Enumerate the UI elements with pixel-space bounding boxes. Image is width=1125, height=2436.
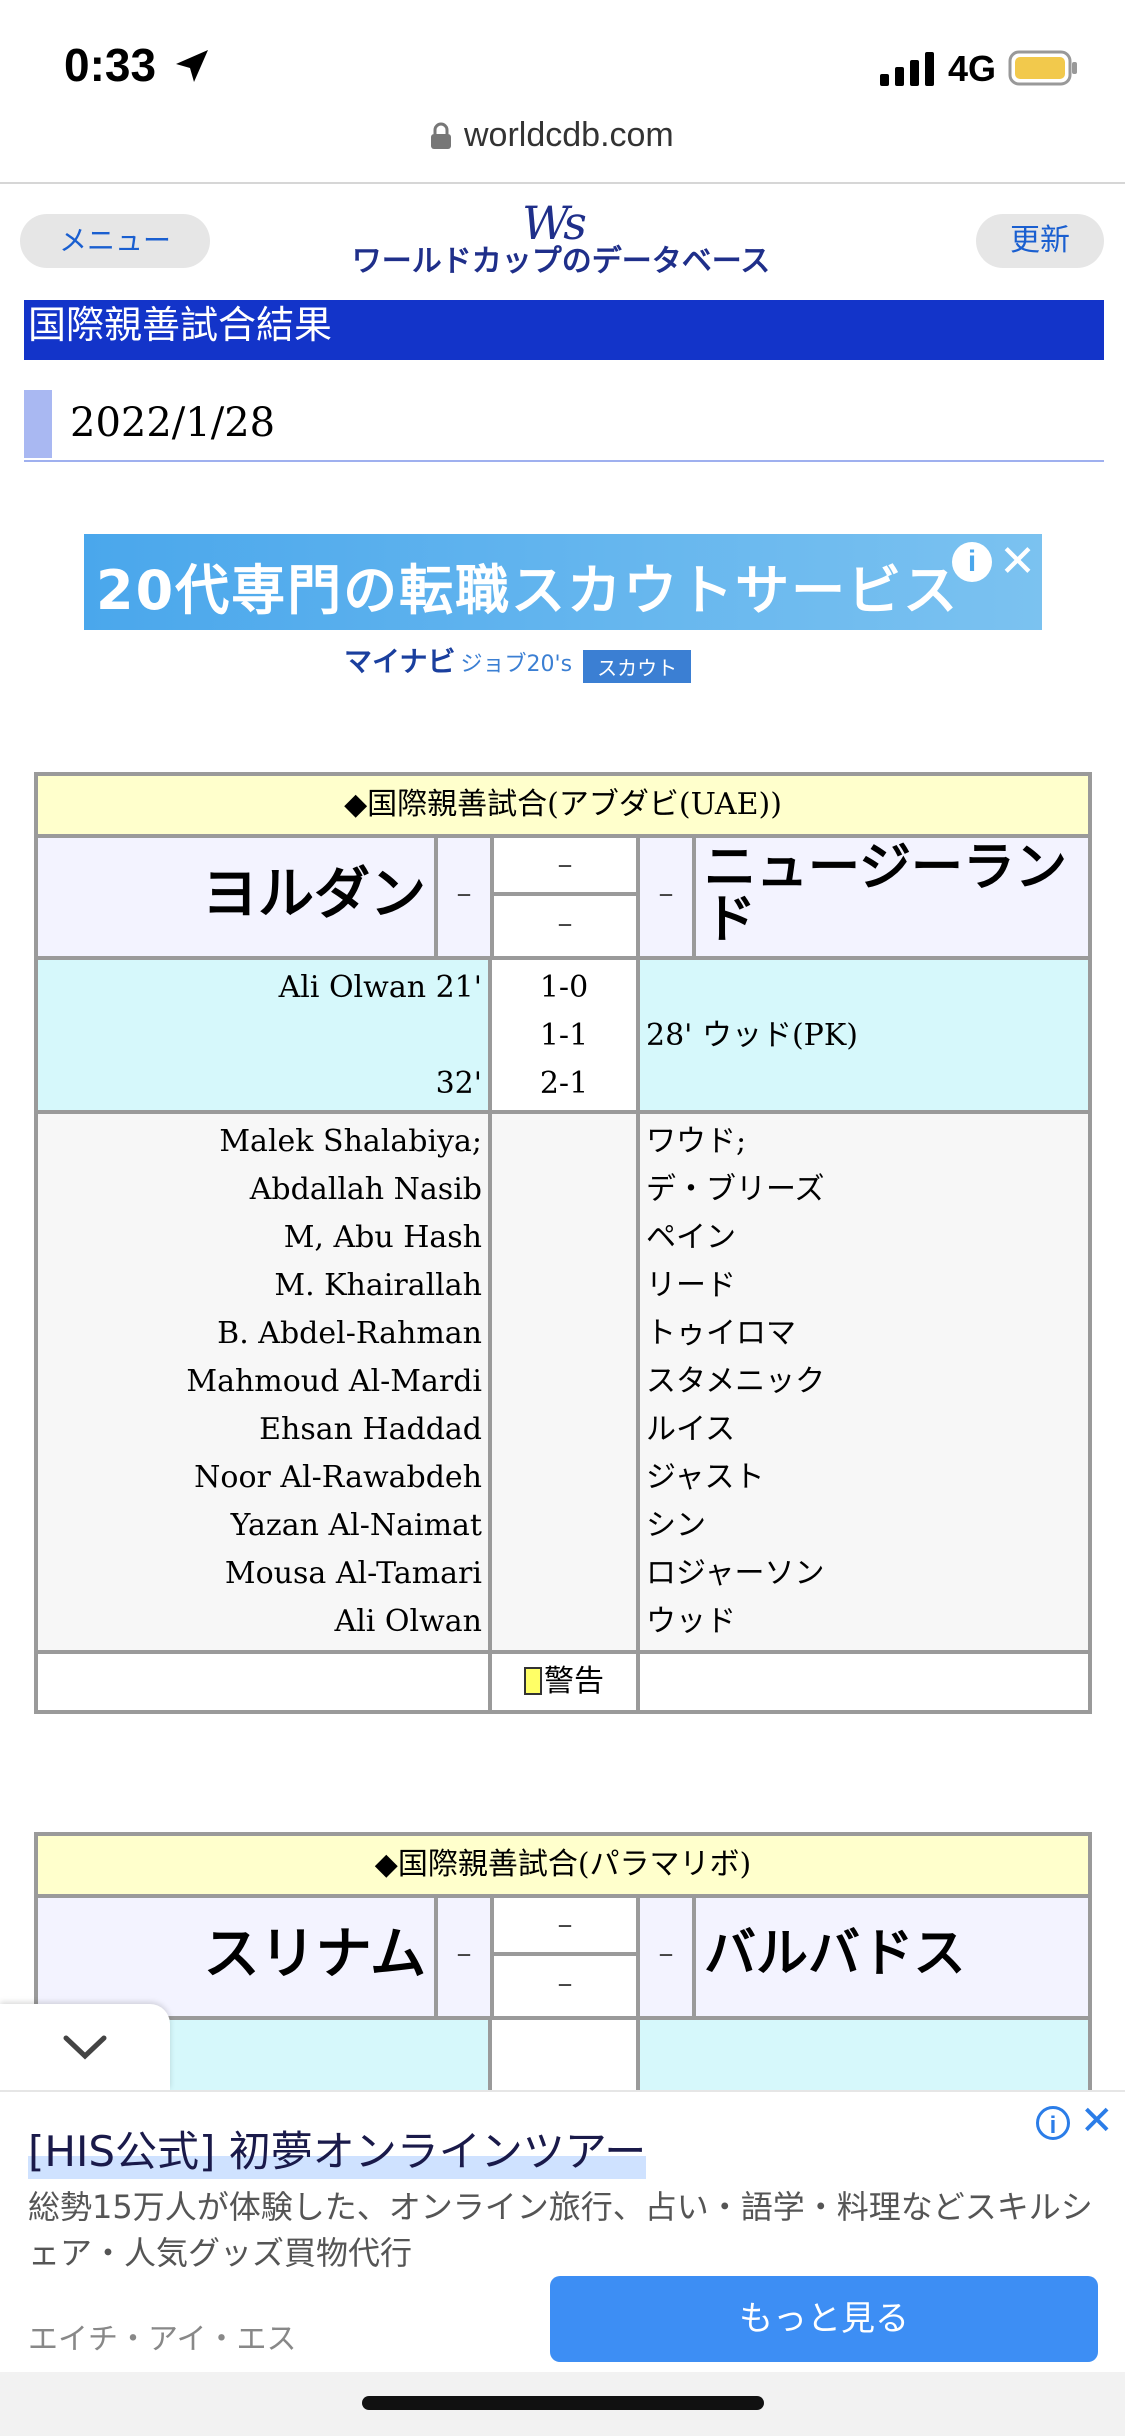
logo-text: ワールドカップのデータベース: [351, 245, 771, 278]
home-team[interactable]: ヨルダン: [38, 838, 434, 956]
away-player: ルイス: [646, 1412, 736, 1447]
home-lineup: Malek Shalabiya; Abdallah Nasib M, Abu H…: [38, 1114, 488, 1650]
goal-away-1: [646, 964, 1088, 1012]
score-bottom: –: [557, 1966, 573, 2001]
ad-description: 総勢15万人が体験した、オンライン旅行、占い・語学・料理などスキルシェア・人気グ…: [28, 2188, 1093, 2272]
chevron-down-icon: [63, 2035, 107, 2060]
home-dash: –: [456, 876, 472, 911]
lock-icon: [431, 122, 451, 149]
away-player: ウッド: [646, 1604, 736, 1639]
page-title: 国際親善試合結果: [24, 300, 1104, 360]
status-time: 0:33: [64, 39, 157, 91]
away-team[interactable]: バルバドス: [696, 1898, 1088, 2016]
date-text: 2022/1/28: [70, 400, 276, 446]
teams-row: スリナム – – – – バルバドス: [38, 1898, 1088, 2020]
away-player: シン: [646, 1508, 706, 1543]
score-box: – –: [494, 1898, 636, 2016]
home-indicator[interactable]: [362, 2396, 764, 2410]
url-text: worldcdb.com: [464, 116, 674, 154]
ad-close-icon[interactable]: ✕: [1080, 2098, 1114, 2144]
location-arrow-icon: [176, 50, 208, 82]
ad-cta-button[interactable]: もっと見る: [550, 2276, 1098, 2362]
ad-advertiser: エイチ・アイ・エス: [28, 2322, 297, 2357]
score-box: – –: [494, 838, 636, 956]
status-bar: 0:33 4G: [0, 0, 1125, 120]
home-player: Ehsan Haddad: [259, 1412, 482, 1447]
away-player: リード: [646, 1268, 736, 1303]
home-player: B. Abdel-Rahman: [217, 1316, 482, 1351]
goal-home-2: [38, 1012, 482, 1060]
score-bottom: –: [557, 906, 573, 941]
away-dash: –: [658, 876, 674, 911]
banner-ad[interactable]: 20代専門の転職スカウトサービス i ✕: [84, 534, 1042, 630]
bottom-ad[interactable]: [HIS公式] 初夢オンラインツアー 総勢15万人が体験した、オンライン旅行、占…: [0, 2090, 1125, 2374]
ad-info-icon[interactable]: i: [1036, 2106, 1070, 2140]
ad-headline: 20代専門の転職スカウトサービス: [96, 559, 960, 622]
score-top: –: [494, 838, 636, 896]
match-table: ◆国際親善試合(アブダビ(UAE)) ヨルダン – – – – ニュージーランド…: [34, 772, 1092, 1714]
cards-label: 警告: [544, 1664, 604, 1699]
cards-cell: 警告: [492, 1654, 636, 1710]
menu-button[interactable]: メニュー: [20, 214, 210, 268]
divider: [0, 182, 1125, 184]
home-dash: –: [456, 1936, 472, 1971]
refresh-button[interactable]: 更新: [976, 214, 1104, 268]
goals-row: Ali Olwan 21' 32' 1-0 1-1 2-1 28' ウッド(PK…: [38, 960, 1088, 1114]
ad-title[interactable]: [HIS公式] 初夢オンラインツアー: [28, 2118, 647, 2179]
yellow-card-icon: [524, 1667, 542, 1695]
cellular-signal-icon: [880, 52, 934, 86]
battery-icon: [1008, 50, 1077, 86]
ad-brand[interactable]: マイナビ ジョブ20's スカウト: [344, 640, 794, 683]
goal-away-2: 28' ウッド(PK): [646, 1018, 858, 1053]
score-top: –: [494, 1898, 636, 1956]
ad-close-icon[interactable]: ✕: [999, 536, 1036, 587]
home-player: Malek Shalabiya;: [219, 1124, 482, 1159]
home-player: Mahmoud Al-Mardi: [186, 1364, 482, 1399]
home-goals: Ali Olwan 21' 32': [38, 960, 488, 1110]
ad-brand-sub: ジョブ20's: [460, 652, 573, 677]
match-header: ◆国際親善試合(アブダビ(UAE)): [38, 776, 1088, 838]
away-player: ワウド;: [646, 1124, 747, 1159]
network-type: 4G: [948, 48, 997, 89]
ad-brand-name: マイナビ: [344, 645, 456, 678]
cards-row: 警告: [38, 1654, 1088, 1710]
away-player: ロジャーソン: [646, 1556, 825, 1591]
away-dash: –: [658, 1936, 674, 1971]
home-player: M. Khairallah: [274, 1268, 482, 1303]
ad-info-icon[interactable]: i: [952, 542, 992, 582]
away-player: ペイン: [646, 1220, 736, 1255]
match-table: ◆国際親善試合(パラマリボ) スリナム – – – – バルバドス: [34, 1832, 1092, 2092]
goal-score-1: 1-0: [539, 970, 589, 1005]
ad-brand-badge: スカウト: [583, 650, 692, 683]
goal-score-2: 1-1: [539, 1018, 589, 1053]
home-team[interactable]: スリナム: [38, 1898, 434, 2016]
home-player: Noor Al-Rawabdeh: [194, 1460, 482, 1495]
away-player: ジャスト: [646, 1460, 765, 1495]
goals-row: [38, 2020, 1088, 2092]
match-header: ◆国際親善試合(パラマリボ): [38, 1836, 1088, 1898]
home-player: Abdallah Nasib: [249, 1172, 482, 1207]
teams-row: ヨルダン – – – – ニュージーランド: [38, 838, 1088, 960]
goal-score-3: 2-1: [539, 1066, 589, 1101]
lineup-spacer: [492, 1114, 636, 1650]
home-player: Ali Olwan: [334, 1604, 482, 1639]
date-heading: 2022/1/28: [24, 390, 1104, 462]
away-lineup: ワウド; デ・ブリーズ ペイン リード トゥイロマ スタメニック ルイス ジャス…: [640, 1114, 1088, 1650]
goal-home-1: Ali Olwan 21': [278, 970, 482, 1005]
goal-home-3: 32': [435, 1066, 482, 1101]
away-player: トゥイロマ: [646, 1316, 796, 1351]
site-logo[interactable]: Ws ワールドカップのデータベース: [326, 196, 796, 278]
home-player: Yazan Al-Naimat: [230, 1508, 482, 1543]
home-player: M, Abu Hash: [283, 1220, 482, 1255]
lineup-row: Malek Shalabiya; Abdallah Nasib M, Abu H…: [38, 1114, 1088, 1654]
home-player: Mousa Al-Tamari: [224, 1556, 482, 1591]
goal-scores: 1-0 1-1 2-1: [492, 960, 636, 1110]
date-accent: [24, 390, 52, 458]
away-player: デ・ブリーズ: [646, 1172, 825, 1207]
away-goals: 28' ウッド(PK): [640, 960, 1088, 1110]
away-player: スタメニック: [646, 1364, 826, 1399]
ad-collapse-tab[interactable]: [0, 2004, 170, 2090]
away-team[interactable]: ニュージーランド: [696, 838, 1088, 956]
address-bar[interactable]: worldcdb.com: [0, 112, 1125, 182]
